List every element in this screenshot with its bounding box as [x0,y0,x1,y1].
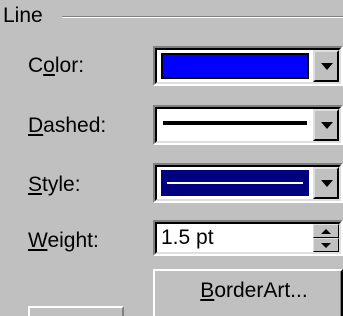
partial-control[interactable] [28,306,124,316]
style-label-rest: tyle: [42,173,81,196]
spin-down-icon [321,243,331,248]
weight-label: Weight: [28,228,99,254]
line-style-preview [167,182,303,184]
line-group-title: Line [3,5,47,27]
border-art-label-rest: orderArt... [214,279,308,302]
spin-up-icon [321,229,331,234]
style-label-mnemonic: S [28,173,43,196]
color-label-prefix: C [28,54,44,77]
color-label: Color: [28,53,84,79]
weight-decrement-button[interactable] [313,238,339,252]
style-dropdown[interactable] [153,163,343,203]
border-art-mnemonic: B [200,279,215,302]
dashed-label-mnemonic: D [28,114,44,137]
weight-input[interactable]: 1.5 pt [161,225,214,251]
dashed-dropdown-button[interactable] [313,109,339,141]
style-preview [161,170,309,196]
style-label: Style: [28,172,81,198]
button-shadow [340,271,341,316]
dashed-dropdown[interactable] [153,105,343,145]
chevron-down-icon [321,180,333,187]
chevron-down-icon [321,63,333,70]
weight-spinner[interactable]: 1.5 pt [153,220,343,256]
solid-line-preview [163,121,307,125]
color-label-rest: lor: [54,54,85,77]
color-dropdown-button[interactable] [313,50,339,82]
weight-increment-button[interactable] [313,224,339,238]
color-swatch [161,53,309,79]
group-separator [62,16,343,18]
chevron-down-icon [321,122,333,129]
weight-label-mnemonic: W [28,229,48,252]
color-label-mnemonic: o [43,54,55,77]
color-dropdown[interactable] [153,46,343,86]
dashed-label-rest: ashed: [43,114,107,137]
dashed-label: Dashed: [28,113,106,139]
weight-label-rest: eight: [47,229,99,252]
border-art-button[interactable]: BorderArt... [153,269,343,316]
style-dropdown-button[interactable] [313,167,339,199]
dashed-preview [161,112,309,138]
